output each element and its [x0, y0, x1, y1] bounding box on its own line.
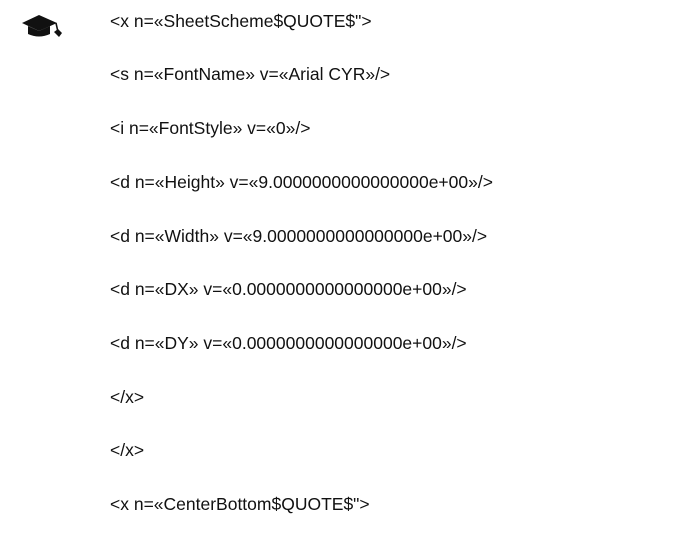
code-line: <d n=«Height» v=«9.0000000000000000e+00»…: [110, 172, 493, 192]
code-line: <x n=«SheetScheme$QUOTE$">: [110, 11, 372, 31]
code-line: <s n=«FontName» v=«Arial CYR»/>: [110, 64, 391, 84]
code-line: <d n=«Width» v=«9.0000000000000000e+00»/…: [110, 226, 488, 246]
code-line: </x>: [110, 387, 145, 407]
document-page: <x n=«SheetScheme$QUOTE$"> <s n=«FontNam…: [0, 0, 695, 559]
code-line: <d n=«DY» v=«0.0000000000000000e+00»/>: [110, 333, 467, 353]
code-line: </x>: [110, 440, 145, 460]
graduation-cap-icon: [20, 10, 66, 42]
code-line: <x n=«CenterBottom$QUOTE$">: [110, 494, 370, 514]
code-line: <d n=«DX» v=«0.0000000000000000e+00»/>: [110, 279, 467, 299]
code-line: <i n=«FontStyle» v=«0»/>: [110, 118, 311, 138]
